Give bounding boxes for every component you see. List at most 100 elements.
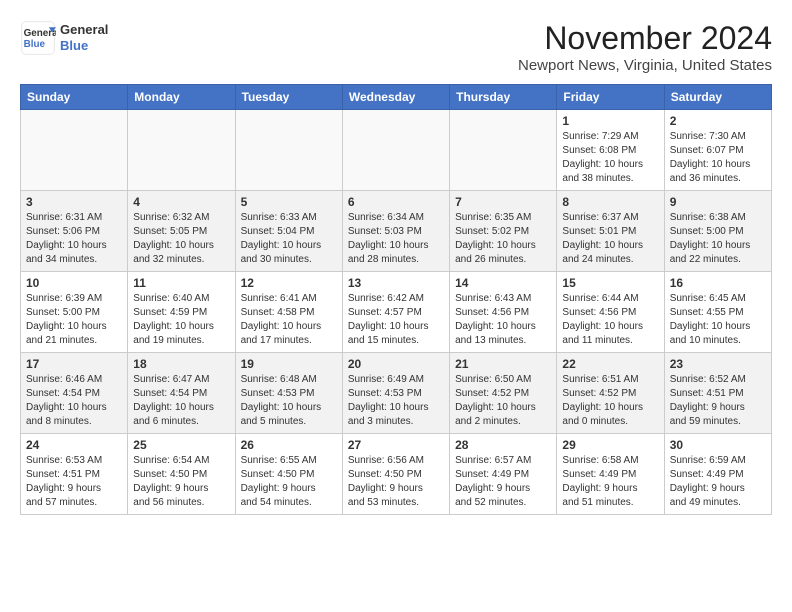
- day-info: Sunrise: 6:31 AM Sunset: 5:06 PM Dayligh…: [26, 211, 122, 267]
- day-number: 8: [562, 195, 658, 209]
- calendar-table: SundayMondayTuesdayWednesdayThursdayFrid…: [20, 84, 772, 515]
- day-number: 20: [348, 357, 444, 371]
- day-number: 11: [133, 276, 229, 290]
- day-number: 23: [670, 357, 766, 371]
- calendar-cell: 5 Sunrise: 6:33 AM Sunset: 5:04 PM Daylig…: [235, 191, 342, 272]
- calendar-cell: 2 Sunrise: 7:30 AM Sunset: 6:07 PM Daylig…: [664, 110, 771, 191]
- logo: General Blue General Blue: [20, 20, 108, 56]
- calendar-cell: 26 Sunrise: 6:55 AM Sunset: 4:50 PM Dayli…: [235, 434, 342, 515]
- day-info: Sunrise: 6:35 AM Sunset: 5:02 PM Dayligh…: [455, 211, 551, 267]
- calendar-week-row: 1 Sunrise: 7:29 AM Sunset: 6:08 PM Daylig…: [21, 110, 772, 191]
- weekday-header: Sunday: [21, 85, 128, 110]
- calendar-cell: 27Sunrise: 6:56 AM Sunset: 4:50 PM Dayli…: [342, 434, 449, 515]
- calendar-cell: 1 Sunrise: 7:29 AM Sunset: 6:08 PM Daylig…: [557, 110, 664, 191]
- day-number: 24: [26, 438, 122, 452]
- day-number: 19: [241, 357, 337, 371]
- calendar-cell: 3Sunrise: 6:31 AM Sunset: 5:06 PM Daylig…: [21, 191, 128, 272]
- day-number: 14: [455, 276, 551, 290]
- day-number: 2: [670, 114, 766, 128]
- day-info: Sunrise: 6:51 AM Sunset: 4:52 PM Dayligh…: [562, 373, 658, 429]
- day-info: Sunrise: 7:29 AM Sunset: 6:08 PM Dayligh…: [562, 130, 658, 186]
- calendar-cell: 25 Sunrise: 6:54 AM Sunset: 4:50 PM Dayli…: [128, 434, 235, 515]
- day-info: Sunrise: 6:39 AM Sunset: 5:00 PM Dayligh…: [26, 292, 122, 348]
- day-number: 10: [26, 276, 122, 290]
- calendar-cell: [235, 110, 342, 191]
- day-info: Sunrise: 6:50 AM Sunset: 4:52 PM Dayligh…: [455, 373, 551, 429]
- weekday-header: Thursday: [450, 85, 557, 110]
- location-subtitle: Newport News, Virginia, United States: [518, 57, 772, 74]
- day-info: Sunrise: 6:53 AM Sunset: 4:51 PM Dayligh…: [26, 454, 122, 510]
- day-number: 12: [241, 276, 337, 290]
- calendar-week-row: 3Sunrise: 6:31 AM Sunset: 5:06 PM Daylig…: [21, 191, 772, 272]
- day-number: 25: [133, 438, 229, 452]
- day-info: Sunrise: 6:37 AM Sunset: 5:01 PM Dayligh…: [562, 211, 658, 267]
- day-number: 15: [562, 276, 658, 290]
- day-number: 1: [562, 114, 658, 128]
- calendar-cell: 7Sunrise: 6:35 AM Sunset: 5:02 PM Daylig…: [450, 191, 557, 272]
- day-info: Sunrise: 6:58 AM Sunset: 4:49 PM Dayligh…: [562, 454, 658, 510]
- calendar-cell: 17 Sunrise: 6:46 AM Sunset: 4:54 PM Dayli…: [21, 353, 128, 434]
- weekday-header: Monday: [128, 85, 235, 110]
- logo-icon: General Blue: [20, 20, 56, 56]
- calendar-cell: 21 Sunrise: 6:50 AM Sunset: 4:52 PM Dayli…: [450, 353, 557, 434]
- logo-text-line2: Blue: [60, 38, 108, 54]
- weekday-header: Saturday: [664, 85, 771, 110]
- day-info: Sunrise: 6:34 AM Sunset: 5:03 PM Dayligh…: [348, 211, 444, 267]
- day-info: Sunrise: 6:55 AM Sunset: 4:50 PM Dayligh…: [241, 454, 337, 510]
- calendar-cell: [450, 110, 557, 191]
- calendar-cell: 16Sunrise: 6:45 AM Sunset: 4:55 PM Dayli…: [664, 272, 771, 353]
- calendar-cell: 12 Sunrise: 6:41 AM Sunset: 4:58 PM Dayli…: [235, 272, 342, 353]
- calendar-cell: 30 Sunrise: 6:59 AM Sunset: 4:49 PM Dayli…: [664, 434, 771, 515]
- calendar-week-row: 17 Sunrise: 6:46 AM Sunset: 4:54 PM Dayli…: [21, 353, 772, 434]
- day-info: Sunrise: 7:30 AM Sunset: 6:07 PM Dayligh…: [670, 130, 766, 186]
- calendar-cell: 8 Sunrise: 6:37 AM Sunset: 5:01 PM Daylig…: [557, 191, 664, 272]
- calendar-cell: 13 Sunrise: 6:42 AM Sunset: 4:57 PM Dayli…: [342, 272, 449, 353]
- day-info: Sunrise: 6:40 AM Sunset: 4:59 PM Dayligh…: [133, 292, 229, 348]
- day-info: Sunrise: 6:48 AM Sunset: 4:53 PM Dayligh…: [241, 373, 337, 429]
- day-info: Sunrise: 6:32 AM Sunset: 5:05 PM Dayligh…: [133, 211, 229, 267]
- day-number: 30: [670, 438, 766, 452]
- day-info: Sunrise: 6:43 AM Sunset: 4:56 PM Dayligh…: [455, 292, 551, 348]
- day-info: Sunrise: 6:33 AM Sunset: 5:04 PM Dayligh…: [241, 211, 337, 267]
- weekday-header: Wednesday: [342, 85, 449, 110]
- calendar-week-row: 10 Sunrise: 6:39 AM Sunset: 5:00 PM Dayli…: [21, 272, 772, 353]
- calendar-cell: 20 Sunrise: 6:49 AM Sunset: 4:53 PM Dayli…: [342, 353, 449, 434]
- day-info: Sunrise: 6:59 AM Sunset: 4:49 PM Dayligh…: [670, 454, 766, 510]
- day-number: 17: [26, 357, 122, 371]
- calendar-cell: 22Sunrise: 6:51 AM Sunset: 4:52 PM Dayli…: [557, 353, 664, 434]
- day-number: 18: [133, 357, 229, 371]
- day-info: Sunrise: 6:54 AM Sunset: 4:50 PM Dayligh…: [133, 454, 229, 510]
- day-number: 26: [241, 438, 337, 452]
- title-area: November 2024 Newport News, Virginia, Un…: [518, 20, 772, 74]
- day-info: Sunrise: 6:57 AM Sunset: 4:49 PM Dayligh…: [455, 454, 551, 510]
- day-number: 5: [241, 195, 337, 209]
- day-info: Sunrise: 6:49 AM Sunset: 4:53 PM Dayligh…: [348, 373, 444, 429]
- day-info: Sunrise: 6:38 AM Sunset: 5:00 PM Dayligh…: [670, 211, 766, 267]
- day-info: Sunrise: 6:52 AM Sunset: 4:51 PM Dayligh…: [670, 373, 766, 429]
- month-title: November 2024: [518, 20, 772, 57]
- weekday-header: Friday: [557, 85, 664, 110]
- calendar-cell: 14 Sunrise: 6:43 AM Sunset: 4:56 PM Dayli…: [450, 272, 557, 353]
- calendar-cell: 6 Sunrise: 6:34 AM Sunset: 5:03 PM Daylig…: [342, 191, 449, 272]
- day-number: 6: [348, 195, 444, 209]
- day-info: Sunrise: 6:41 AM Sunset: 4:58 PM Dayligh…: [241, 292, 337, 348]
- day-number: 29: [562, 438, 658, 452]
- calendar-cell: 10 Sunrise: 6:39 AM Sunset: 5:00 PM Dayli…: [21, 272, 128, 353]
- day-number: 13: [348, 276, 444, 290]
- calendar-week-row: 24 Sunrise: 6:53 AM Sunset: 4:51 PM Dayli…: [21, 434, 772, 515]
- day-number: 9: [670, 195, 766, 209]
- day-info: Sunrise: 6:46 AM Sunset: 4:54 PM Dayligh…: [26, 373, 122, 429]
- day-number: 21: [455, 357, 551, 371]
- day-number: 4: [133, 195, 229, 209]
- page-header: General Blue General Blue November 2024 …: [20, 20, 772, 74]
- calendar-cell: [342, 110, 449, 191]
- day-info: Sunrise: 6:42 AM Sunset: 4:57 PM Dayligh…: [348, 292, 444, 348]
- calendar-cell: 23 Sunrise: 6:52 AM Sunset: 4:51 PM Dayli…: [664, 353, 771, 434]
- calendar-cell: [21, 110, 128, 191]
- calendar-cell: [128, 110, 235, 191]
- day-info: Sunrise: 6:47 AM Sunset: 4:54 PM Dayligh…: [133, 373, 229, 429]
- day-number: 28: [455, 438, 551, 452]
- day-number: 16: [670, 276, 766, 290]
- calendar-cell: 18 Sunrise: 6:47 AM Sunset: 4:54 PM Dayli…: [128, 353, 235, 434]
- calendar-cell: 24 Sunrise: 6:53 AM Sunset: 4:51 PM Dayli…: [21, 434, 128, 515]
